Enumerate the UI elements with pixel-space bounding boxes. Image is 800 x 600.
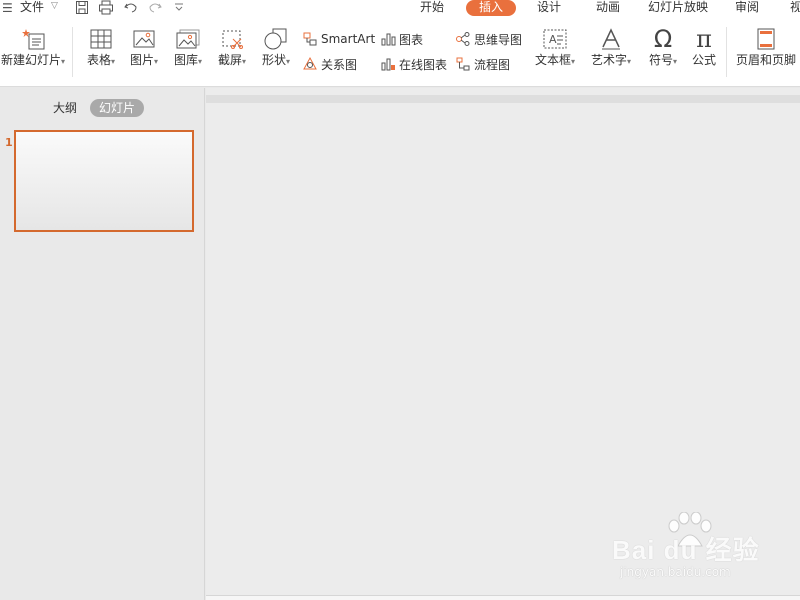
tab-home[interactable]: 开始 xyxy=(410,0,454,16)
symbol-label: 符号 xyxy=(648,53,673,67)
flowchart-icon xyxy=(456,57,470,71)
textbox-button[interactable]: A 文本框▾ xyxy=(530,25,580,69)
title-bar: ☰ 文件 ▽ 开始 插入 设计 动画 幻灯片放映 审阅 视 xyxy=(0,0,800,17)
dropdown-arrow-icon: ▾ xyxy=(673,57,678,66)
notes-pane-edge[interactable] xyxy=(206,595,800,600)
dropdown-arrow-icon: ▾ xyxy=(242,57,247,66)
chart-button[interactable]: 图表 xyxy=(380,30,423,48)
table-icon xyxy=(82,25,120,53)
screenshot-label: 截屏 xyxy=(217,53,242,67)
shape-button[interactable]: 形状▾ xyxy=(257,25,295,69)
dropdown-arrow-icon: ▾ xyxy=(627,57,632,66)
gallery-icon xyxy=(169,25,207,53)
wordart-icon xyxy=(587,25,635,53)
relation-chart-label: 关系图 xyxy=(321,57,358,72)
table-button[interactable]: 表格▾ xyxy=(82,25,120,69)
watermark-brand: Bai du 经验 xyxy=(612,535,760,565)
chart-icon xyxy=(381,33,396,46)
tab-insert[interactable]: 插入 xyxy=(466,0,516,16)
undo-icon[interactable] xyxy=(124,0,138,16)
tab-view[interactable]: 视 xyxy=(786,0,800,16)
mindmap-icon xyxy=(456,32,470,46)
new-slide-button[interactable]: 新建幻灯片▾ xyxy=(0,25,66,69)
tab-animation[interactable]: 动画 xyxy=(586,0,630,16)
online-chart-button[interactable]: 在线图表 xyxy=(380,55,447,73)
dropdown-arrow-icon: ▾ xyxy=(154,57,159,66)
canvas-top-shadow xyxy=(206,95,800,103)
ribbon-separator xyxy=(726,27,727,77)
menu-icon[interactable]: ☰ xyxy=(2,1,13,15)
symbol-button[interactable]: Ω 符号▾ xyxy=(643,25,683,69)
flowchart-button[interactable]: 流程图 xyxy=(455,55,510,73)
picture-icon xyxy=(125,25,163,53)
slide-thumbnail[interactable] xyxy=(14,130,194,232)
textbox-label: 文本框 xyxy=(534,53,571,67)
tab-design[interactable]: 设计 xyxy=(527,0,571,16)
picture-label: 图片 xyxy=(129,53,154,67)
file-menu[interactable]: 文件 xyxy=(20,0,44,15)
flowchart-label: 流程图 xyxy=(474,57,511,72)
chart-label: 图表 xyxy=(399,32,424,47)
watermark: Bai du 经验 jingyan.baidu.com xyxy=(612,512,792,584)
relation-chart-icon xyxy=(303,56,317,70)
new-slide-icon xyxy=(0,25,66,53)
screenshot-icon xyxy=(213,25,251,53)
pi-icon: π xyxy=(696,25,712,53)
slide-panel: 大纲 幻灯片 1 xyxy=(0,88,205,600)
smartart-label: SmartArt xyxy=(321,32,376,46)
print-icon[interactable] xyxy=(98,0,114,16)
dropdown-arrow-icon: ▾ xyxy=(571,57,576,66)
picture-button[interactable]: 图片▾ xyxy=(125,25,163,69)
smartart-icon xyxy=(303,32,317,46)
dropdown-arrow-icon: ▾ xyxy=(111,57,116,66)
formula-button[interactable]: π 公式 xyxy=(686,25,722,67)
screenshot-button[interactable]: 截屏▾ xyxy=(213,25,251,69)
textbox-icon: A xyxy=(530,25,580,53)
new-slide-label: 新建幻灯片 xyxy=(0,53,61,67)
slide-number: 1 xyxy=(5,136,13,149)
table-label: 表格 xyxy=(86,53,111,67)
file-menu-arrow-icon[interactable]: ▽ xyxy=(51,1,58,11)
mindmap-label: 思维导图 xyxy=(474,32,523,47)
tab-slides[interactable]: 幻灯片 xyxy=(90,99,144,117)
svg-text:A: A xyxy=(549,33,557,46)
dropdown-arrow-icon: ▾ xyxy=(286,57,291,66)
gallery-button[interactable]: 图库▾ xyxy=(169,25,207,69)
wordart-label: 艺术字 xyxy=(590,53,627,67)
formula-label: 公式 xyxy=(691,53,716,67)
redo-icon[interactable] xyxy=(148,0,162,16)
online-chart-label: 在线图表 xyxy=(399,57,448,72)
gallery-label: 图库 xyxy=(173,53,198,67)
watermark-url: jingyan.baidu.com xyxy=(620,565,731,579)
tab-review[interactable]: 审阅 xyxy=(727,0,767,16)
relation-chart-button[interactable]: 关系图 xyxy=(302,55,357,73)
dropdown-arrow-icon: ▾ xyxy=(61,57,66,66)
ribbon-separator xyxy=(72,27,73,77)
wordart-button[interactable]: 艺术字▾ xyxy=(587,25,635,69)
shape-icon xyxy=(257,25,295,53)
smartart-button[interactable]: SmartArt xyxy=(302,30,375,48)
tab-outline[interactable]: 大纲 xyxy=(46,99,84,117)
header-footer-label: 页眉和页脚 xyxy=(735,53,796,67)
header-footer-icon xyxy=(733,25,799,53)
header-footer-button[interactable]: 页眉和页脚 xyxy=(733,25,799,67)
dropdown-arrow-icon: ▾ xyxy=(198,57,203,66)
omega-icon: Ω xyxy=(653,25,673,53)
mindmap-button[interactable]: 思维导图 xyxy=(455,30,522,48)
ribbon-insert: 新建幻灯片▾ 表格▾ 图片▾ 图库▾ 截屏▾ 形状▾ SmartArt 关系图 … xyxy=(0,17,800,87)
online-chart-icon xyxy=(381,58,395,71)
shape-label: 形状 xyxy=(261,53,286,67)
save-icon[interactable] xyxy=(75,0,89,16)
customize-toolbar-icon[interactable] xyxy=(173,0,185,16)
tab-slideshow[interactable]: 幻灯片放映 xyxy=(643,0,713,16)
